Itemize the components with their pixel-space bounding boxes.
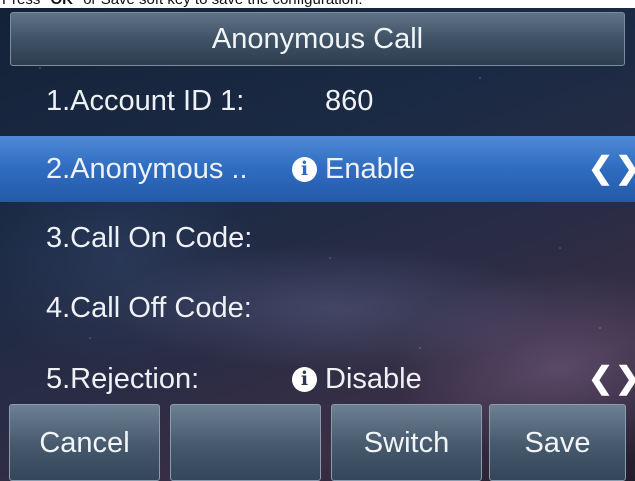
left-right-arrows-icon[interactable]: ❮❯ bbox=[588, 136, 635, 202]
row-label: 2.Anonymous .. bbox=[46, 153, 248, 185]
menu-row-anonymous-call[interactable]: 2.Anonymous .. i Enable ❮❯ bbox=[0, 136, 635, 202]
phone-screen: Anonymous Call 1.Account ID 1: 860 2.Ano… bbox=[0, 8, 635, 481]
softkey-bar: Cancel Switch Save bbox=[0, 404, 635, 481]
row-label: 1.Account ID 1: bbox=[46, 85, 245, 117]
caption-text-after: or Save soft key to save the configurati… bbox=[83, 0, 362, 8]
row-label: 4.Call Off Code: bbox=[46, 292, 252, 324]
menu-row-call-off-code[interactable]: 4.Call Off Code: bbox=[0, 275, 635, 341]
menu-row-rejection[interactable]: 5.Rejection: i Disable ❮❯ bbox=[0, 346, 635, 412]
menu-row-account-id[interactable]: 1.Account ID 1: 860 bbox=[0, 68, 635, 134]
empty-softkey[interactable] bbox=[170, 404, 321, 481]
switch-button[interactable]: Switch bbox=[331, 404, 482, 481]
row-value: Enable bbox=[325, 153, 416, 185]
instruction-caption: Press OK or Save soft key to save the co… bbox=[0, 0, 635, 8]
page-title: Anonymous Call bbox=[10, 12, 625, 66]
info-icon[interactable]: i bbox=[292, 367, 317, 392]
ok-key-icon: OK bbox=[51, 0, 74, 8]
info-icon[interactable]: i bbox=[292, 157, 317, 182]
menu-row-call-on-code[interactable]: 3.Call On Code: bbox=[0, 205, 635, 271]
save-button[interactable]: Save bbox=[489, 404, 626, 481]
row-label: 5.Rejection: bbox=[46, 363, 200, 395]
row-value: Disable bbox=[325, 363, 422, 395]
row-value: 860 bbox=[325, 85, 374, 117]
cancel-button[interactable]: Cancel bbox=[9, 404, 160, 481]
left-right-arrows-icon[interactable]: ❮❯ bbox=[588, 346, 635, 412]
caption-text-before: Press bbox=[2, 0, 40, 8]
row-label: 3.Call On Code: bbox=[46, 222, 253, 254]
